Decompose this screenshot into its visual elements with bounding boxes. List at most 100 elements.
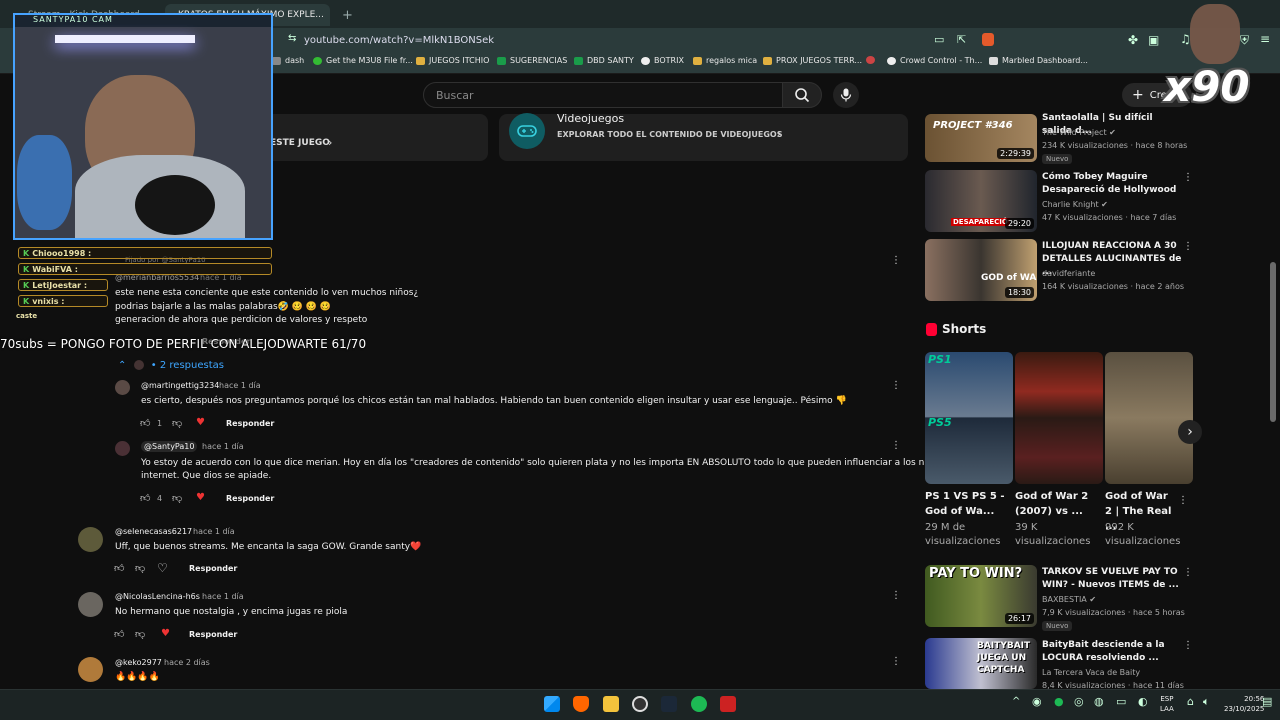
discord-tray-icon[interactable]: ◉ (1032, 695, 1042, 708)
language-indicator[interactable]: ESP LAA (1160, 694, 1174, 714)
like-icon[interactable]: 👍︎ (114, 562, 124, 574)
avatar[interactable] (78, 657, 103, 682)
dislike-icon[interactable]: 👎︎ (172, 492, 182, 504)
volume-icon[interactable]: 🔈︎ (1203, 695, 1210, 709)
menu-icon[interactable]: ≡ (1260, 32, 1270, 46)
video-thumbnail[interactable]: DESAPARECIÓ 29:20 (925, 170, 1037, 232)
channel-name[interactable]: La Tercera Vaca de Baity (1042, 668, 1140, 677)
reply-button[interactable]: Responder (226, 419, 274, 428)
like-icon[interactable]: 👍︎ (140, 417, 150, 429)
reply-button[interactable]: Responder (226, 494, 274, 503)
comment-author[interactable]: @selenecasas6217 (115, 527, 192, 536)
more-actions-icon[interactable]: ⋮ (1183, 567, 1193, 578)
chevron-up-icon[interactable]: ^ (1012, 696, 1020, 707)
bookmark-dash[interactable]: dash (272, 56, 304, 65)
comment-time[interactable]: hace 1 día (193, 527, 235, 536)
more-actions-icon[interactable]: ⋮ (1178, 495, 1188, 506)
tray-icon[interactable]: ◐ (1138, 695, 1148, 708)
video-thumbnail[interactable]: BAITYBAIT JUEGA UN CAPTCHA (925, 638, 1037, 689)
comment-time[interactable]: hace 1 día (219, 381, 261, 390)
comment-author[interactable]: @keko2977 (115, 658, 162, 667)
more-actions-icon[interactable]: ⋮ (891, 590, 901, 601)
replies-toggle-button[interactable]: ⌃ • 2 respuestas (118, 360, 224, 371)
notifications-icon[interactable]: ▤ (1262, 695, 1272, 708)
short-thumbnail[interactable]: PS1 PS5 (925, 352, 1013, 484)
tray-icon[interactable]: ▭ (1116, 695, 1126, 708)
search-button[interactable] (782, 82, 822, 108)
more-actions-icon[interactable]: ⋮ (1183, 241, 1193, 252)
steam-icon[interactable] (661, 696, 677, 712)
bookmark-sugerencias[interactable]: SUGERENCIAS (497, 56, 567, 65)
more-actions-icon[interactable]: ⋮ (891, 380, 901, 391)
clock[interactable]: 20:56 23/10/2025 (1224, 694, 1264, 714)
like-icon[interactable]: 👍︎ (114, 628, 124, 640)
more-actions-icon[interactable]: ⋮ (1183, 640, 1193, 651)
bookmark-regalos-mica[interactable]: regalos mica (693, 56, 757, 65)
tray-icon[interactable]: ◎ (1074, 695, 1084, 708)
reply-button[interactable]: Responder (189, 564, 237, 573)
media-player-icon[interactable] (720, 696, 736, 712)
comment-author-badge[interactable]: @SantyPa10 (141, 441, 198, 452)
voice-search-button[interactable] (833, 82, 859, 108)
comment-time[interactable]: hace 1 día (202, 592, 244, 601)
share-icon[interactable]: ⇱ (957, 33, 966, 46)
bookmark-m3u8[interactable]: Get the M3U8 File fr... (313, 56, 413, 65)
bookmark-dbd-santy[interactable]: DBD SANTY (574, 56, 634, 65)
channel-name[interactable]: The Wild Project ✔ (1042, 128, 1116, 137)
short-thumbnail[interactable] (1015, 352, 1103, 484)
video-title[interactable]: Cómo Tobey Maguire Desapareció de Hollyw… (1042, 171, 1182, 197)
bookmark-botrix[interactable]: BOTRIX (641, 56, 684, 65)
new-tab-icon[interactable]: + (334, 4, 361, 26)
video-thumbnail[interactable]: PAY TO WIN? 26:17 (925, 565, 1037, 627)
game-card[interactable]: ESTE JUEGO › (240, 114, 488, 161)
more-actions-icon[interactable]: ⋮ (1183, 172, 1193, 183)
wallet-icon[interactable]: ⛨ (1240, 33, 1249, 48)
brave-shield-icon[interactable] (982, 33, 994, 46)
avatar[interactable] (78, 592, 103, 617)
dislike-icon[interactable]: 👎︎ (172, 417, 182, 429)
extensions-icon[interactable]: ✤ (1128, 33, 1138, 47)
channel-name[interactable]: davidferiante (1042, 269, 1095, 278)
file-explorer-icon[interactable] (603, 696, 619, 712)
videojuegos-link[interactable]: EXPLORAR TODO EL CONTENIDO DE VIDEOJUEGO… (557, 130, 782, 139)
video-thumbnail[interactable]: GOD of WAR 18:30 (925, 239, 1037, 301)
heart-outline-icon[interactable]: ♡ (157, 561, 168, 575)
bookmark-crowd-control[interactable]: Crowd Control - Th... (887, 56, 982, 65)
short-title[interactable]: PS 1 VS PS 5 - God of Wa... (925, 489, 1005, 519)
comment-time[interactable]: hace 1 día (202, 442, 244, 451)
like-icon[interactable]: 👍︎ (140, 492, 150, 504)
channel-name[interactable]: Charlie Knight ✔ (1042, 200, 1108, 209)
bookmark-extra[interactable] (866, 56, 875, 64)
windows-start-icon[interactable] (544, 696, 560, 712)
more-actions-icon[interactable]: ⋮ (891, 656, 901, 667)
short-title[interactable]: God of War 2 (2007) vs ... (1015, 489, 1095, 519)
spotify-tray-icon[interactable]: ● (1054, 695, 1064, 708)
video-title[interactable]: BaityBait desciende a la LOCURA resolvie… (1042, 639, 1182, 665)
short-thumbnail[interactable] (1105, 352, 1193, 484)
video-thumbnail[interactable]: PROJECT #346 2:29:39 (925, 114, 1037, 162)
comment-author[interactable]: @NicolasLencina-h6s (115, 592, 200, 601)
game-card-link[interactable]: ESTE JUEGO (270, 138, 330, 148)
comment-time[interactable]: hace 2 días (164, 658, 210, 667)
spotify-icon[interactable] (691, 696, 707, 712)
network-icon[interactable]: ⌂ (1187, 695, 1194, 708)
dislike-icon[interactable]: 👎︎ (135, 628, 145, 640)
avatar[interactable] (115, 441, 130, 456)
avatar[interactable] (115, 380, 130, 395)
bookmark-prox-juegos[interactable]: PROX JUEGOS TERR... (763, 56, 862, 65)
comment-author[interactable]: @martingettig3234 (141, 381, 219, 390)
reply-button[interactable]: Responder (189, 630, 237, 639)
brave-browser-icon[interactable] (573, 696, 589, 712)
bookmark-marbled[interactable]: Marbled Dashboard... (989, 56, 1088, 65)
page-scrollbar[interactable] (1270, 262, 1276, 422)
obs-icon[interactable] (632, 696, 648, 712)
avatar[interactable] (78, 527, 103, 552)
more-actions-icon[interactable]: ⋮ (891, 255, 901, 266)
url-field[interactable]: youtube.com/watch?v=MlkN1BONSek (280, 31, 920, 49)
sidebar-icon[interactable]: ▣ (1148, 33, 1159, 47)
more-actions-icon[interactable]: ⋮ (891, 440, 901, 451)
search-input[interactable]: Buscar (423, 82, 783, 108)
video-title[interactable]: TARKOV SE VUELVE PAY TO WIN? - Nuevos IT… (1042, 566, 1182, 592)
cast-icon[interactable]: ▭ (934, 33, 944, 46)
steam-tray-icon[interactable]: ◍ (1094, 695, 1104, 708)
